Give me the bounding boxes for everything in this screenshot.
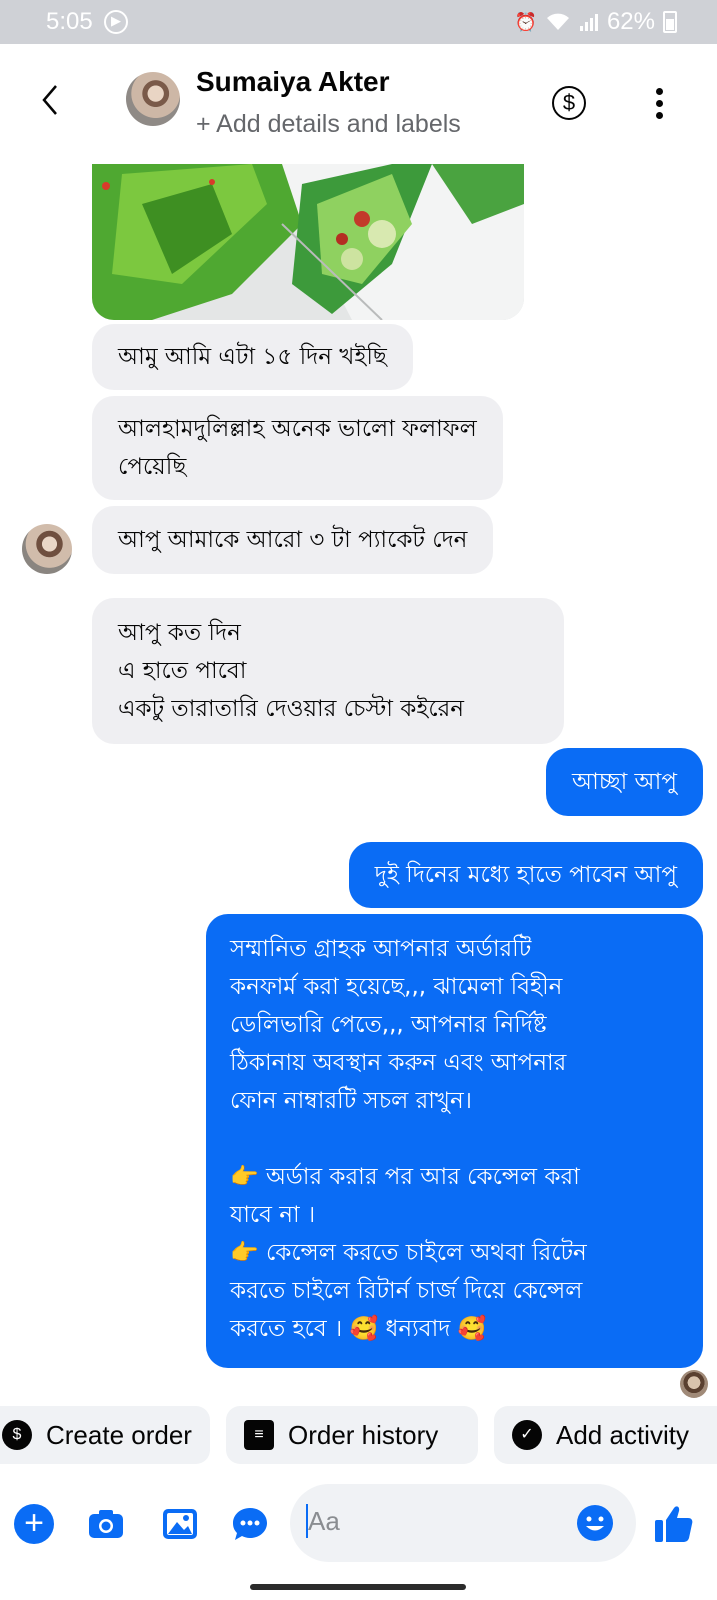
create-order-button[interactable]: $ Create order (0, 1406, 210, 1464)
battery-icon (663, 11, 677, 33)
product-photo[interactable] (92, 164, 524, 320)
message-input[interactable]: Aa (290, 1484, 636, 1562)
camera-icon[interactable] (86, 1504, 126, 1544)
battery-percent: 62% (606, 8, 655, 35)
image-icon[interactable] (160, 1504, 200, 1544)
order-history-button[interactable]: ≡ Order history (226, 1406, 478, 1464)
thumbs-up-icon[interactable] (652, 1502, 696, 1546)
message-composer: + Aa (0, 1484, 717, 1564)
plus-circle-icon[interactable]: + (14, 1504, 54, 1544)
check-circle-icon: ✓ (512, 1420, 542, 1450)
wifi-icon (546, 13, 569, 30)
message-input-placeholder: Aa (308, 1506, 340, 1536)
alarm-icon: ⏰ (514, 11, 537, 32)
emoji-icon[interactable] (576, 1504, 614, 1542)
quick-actions: $ Create order ≡ Order history ✓ Add act… (0, 1406, 717, 1466)
status-time: 5:05 (46, 8, 93, 35)
message-bubble-outgoing[interactable]: দুই দিনের মধ্যে হাতে পাবেন আপু (348, 842, 703, 908)
chat-header: Sumaiya Akter + Add details and labels $ (0, 44, 717, 156)
add-details-link[interactable]: + Add details and labels (196, 110, 461, 139)
list-icon: ≡ (244, 1420, 274, 1450)
product-photo-image (92, 164, 524, 320)
seen-avatar (680, 1370, 708, 1398)
screen-record-icon: ▶ (104, 10, 128, 34)
message-bubble-outgoing[interactable]: আচ্ছা আপু (545, 748, 703, 816)
add-activity-button[interactable]: ✓ Add activity (494, 1406, 717, 1464)
dollar-circle-icon: $ (2, 1420, 32, 1450)
more-vertical-icon[interactable] (654, 88, 664, 122)
signal-icon (579, 14, 598, 31)
contact-name[interactable]: Sumaiya Akter (196, 66, 390, 98)
status-bar: 5:05 ▶ ⏰ 62% (0, 0, 717, 44)
dollar-circle-icon[interactable]: $ (552, 86, 586, 120)
status-right: ⏰ 62% (515, 8, 677, 36)
message-bubble-outgoing[interactable]: সম্মানিত গ্রাহক আপনার অর্ডারটি কনফার্ম ক… (206, 914, 703, 1368)
message-bubble-incoming[interactable]: আপু কত দিন এ হাতে পাবো একটু তারাতারি দেও… (92, 598, 564, 744)
avatar[interactable] (126, 72, 180, 126)
avatar[interactable] (22, 524, 72, 574)
message-bubble-incoming[interactable]: আমু আমি এটা ১৫ দিন খইছি (92, 324, 413, 390)
home-indicator[interactable] (250, 1584, 466, 1590)
system-nav-bar (0, 1570, 717, 1600)
chat-bubble-icon[interactable] (230, 1504, 270, 1544)
chevron-left-icon[interactable] (36, 80, 66, 120)
message-bubble-incoming[interactable]: আপু আমাকে আরো ৩ টা প্যাকেট দেন (92, 506, 494, 574)
message-bubble-incoming[interactable]: আলহামদুলিল্লাহ অনেক ভালো ফলাফল পেয়েছি (92, 396, 503, 500)
